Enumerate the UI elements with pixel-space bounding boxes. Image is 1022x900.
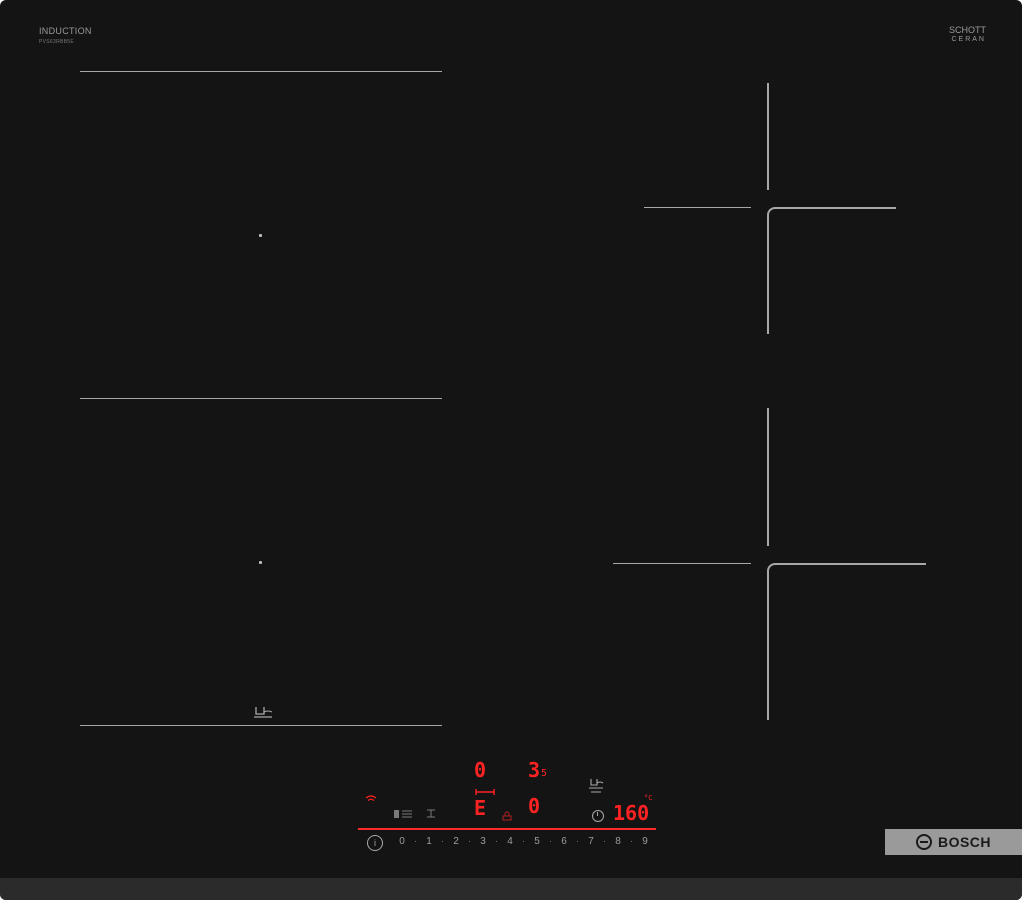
power-level-5[interactable]: 5 [531,836,543,847]
power-level-9[interactable]: 9 [639,836,651,847]
power-level-0[interactable]: 0 [396,836,408,847]
rear-right-zone-vertical-line [767,83,769,190]
power-scale-separator: · [468,837,471,846]
ceran-text: CERAN [951,36,986,43]
flex-zone-bottom-line [80,725,442,726]
cooktop-frame-edge [0,878,1022,900]
bosch-wordmark: BOSCH [937,834,992,850]
touch-slider-track[interactable] [358,828,656,830]
power-scale-separator: · [549,837,552,846]
pro-move-icon[interactable] [424,808,438,820]
flex-zone-top-line [80,71,442,72]
power-scale-separator: · [576,837,579,846]
flex-zone-front-center-dot [259,561,262,564]
frying-sensor-icon[interactable] [588,776,604,794]
flex-zone-middle-line [80,398,442,399]
zone-display-1[interactable]: 0 [474,760,486,780]
flex-zone-rear-center-dot [259,234,262,237]
front-right-zone-vertical-line [767,408,769,546]
front-right-zone-corner [767,563,926,720]
power-level-4[interactable]: 4 [504,836,516,847]
timer-icon[interactable] [592,810,604,822]
zone-display-2[interactable]: 3 [528,760,540,780]
zone-display-2-residual: 5 [541,768,548,779]
flex-zone-icon[interactable] [393,808,415,820]
info-icon[interactable]: i [367,835,383,851]
rear-right-zone-left-line [644,207,751,208]
power-level-2[interactable]: 2 [450,836,462,847]
rear-right-zone-corner [767,207,896,334]
power-level-8[interactable]: 8 [612,836,624,847]
zone-display-3[interactable]: 0 [528,796,540,816]
power-scale-separator: · [414,837,417,846]
front-right-zone-left-line [613,563,751,564]
cooktop-glass: INDUCTION PVS63RBB5E SCHOTT CERAN 0 3 5 … [0,0,1022,900]
timer-unit: °C [644,794,653,802]
power-level-scale[interactable]: 0 · 1 · 2 · 3 · 4 · 5 · 6 · 7 · 8 · 9 [396,836,666,847]
power-scale-separator: · [522,837,525,846]
flex-zone-link-icon[interactable] [474,788,496,796]
power-level-7[interactable]: 7 [585,836,597,847]
lock-icon[interactable] [501,811,513,821]
power-scale-separator: · [630,837,633,846]
bosch-logo-icon [915,834,932,850]
power-level-3[interactable]: 3 [477,836,489,847]
model-number: PVS63RBB5E [39,39,74,45]
bosch-logo-plate: BOSCH [885,829,1022,855]
timer-display[interactable]: 160 [613,803,649,823]
schott-ceran-logo: SCHOTT CERAN [949,26,986,44]
power-scale-separator: · [603,837,606,846]
induction-label: INDUCTION PVS63RBB5E [39,26,92,45]
induction-title: INDUCTION [39,26,92,36]
pot-sensor-icon [254,707,273,718]
power-scale-separator: · [495,837,498,846]
power-scale-separator: · [441,837,444,846]
power-level-1[interactable]: 1 [423,836,435,847]
zone-display-e[interactable]: E [474,798,486,818]
power-level-6[interactable]: 6 [558,836,570,847]
schott-text: SCHOTT [949,25,986,35]
wifi-icon[interactable] [365,795,377,805]
